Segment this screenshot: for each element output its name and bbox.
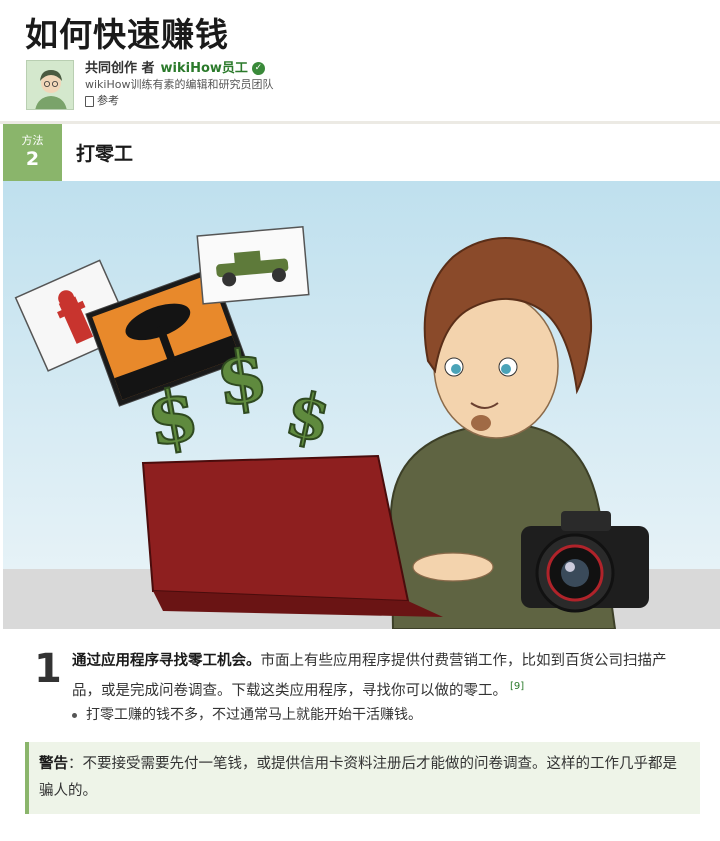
step-illustration[interactable]: $ $ $ bbox=[3, 181, 720, 629]
reference-link[interactable]: [9] bbox=[510, 681, 524, 692]
author-avatar[interactable] bbox=[26, 60, 74, 110]
step-bullet: 打零工赚的钱不多，不过通常马上就能开始干活赚钱。 bbox=[72, 705, 422, 725]
method-badge: 方法 2 bbox=[3, 124, 62, 181]
method-label: 方法 bbox=[21, 134, 44, 147]
method-title: 打零工 bbox=[76, 143, 134, 165]
bullet-dot bbox=[72, 712, 77, 718]
step-heading: 通过应用程序寻找零工机会。 bbox=[72, 653, 261, 669]
warning-label: 警告 bbox=[39, 756, 68, 772]
references-label: 参考 bbox=[97, 94, 119, 107]
author-block: 共同创作 者 wikiHow员工 ✓ wikiHow训练有素的编辑和研究员团队 … bbox=[26, 60, 273, 112]
section-divider bbox=[0, 121, 720, 124]
author-byline: 共同创作 者 wikiHow员工 ✓ bbox=[85, 60, 273, 77]
document-icon bbox=[85, 95, 94, 107]
step-text: 通过应用程序寻找零工机会。市面上有些应用程序提供付费营销工作，比如到百货公司扫描… bbox=[72, 649, 692, 704]
bullet-text: 打零工赚的钱不多，不过通常马上就能开始干活赚钱。 bbox=[86, 707, 422, 723]
method-number: 2 bbox=[25, 148, 40, 170]
author-link[interactable]: wikiHow员工 bbox=[161, 60, 248, 77]
page-title: 如何快速赚钱 bbox=[25, 15, 229, 54]
step-number: 1 bbox=[34, 646, 62, 692]
car-photo bbox=[196, 225, 310, 305]
references-link[interactable]: 参考 bbox=[85, 93, 273, 109]
author-team-description: wikiHow训练有素的编辑和研究员团队 bbox=[85, 78, 274, 91]
camera bbox=[521, 511, 649, 613]
verified-check-icon: ✓ bbox=[251, 62, 265, 75]
warning-text: ：不要接受需要先付一笔钱，或提供信用卡资料注册后才能做的问卷调查。这样的工作几乎… bbox=[39, 756, 677, 799]
coauthored-label: 共同创作 者 bbox=[85, 61, 155, 76]
warning-box: 警告：不要接受需要先付一笔钱，或提供信用卡资料注册后才能做的问卷调查。这样的工作… bbox=[25, 742, 700, 814]
